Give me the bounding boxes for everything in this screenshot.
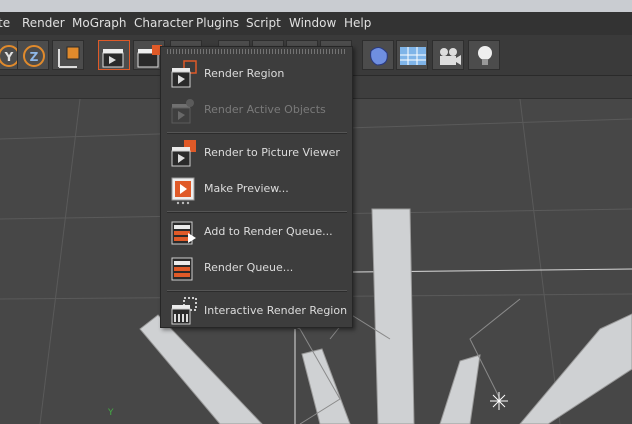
menu-item-render-active-objects: Render Active Objects <box>162 94 351 128</box>
coordinate-system-button[interactable] <box>52 40 84 70</box>
menu-character[interactable]: Character <box>134 16 193 30</box>
render-queue-icon <box>171 257 193 281</box>
menu-window[interactable]: Window <box>289 16 336 30</box>
menu-item-label: Render Queue... <box>204 261 294 274</box>
menu-tearoff-grip[interactable] <box>167 49 347 54</box>
menu-create[interactable]: te <box>0 16 10 30</box>
menu-item-render-to-picture-viewer[interactable]: Render to Picture Viewer <box>162 137 351 171</box>
interactive-render-region-icon <box>171 297 197 325</box>
menu-item-make-preview[interactable]: Make Preview... <box>162 173 351 207</box>
floor-icon <box>400 47 426 65</box>
deformer-button[interactable] <box>362 40 394 70</box>
floor-button[interactable] <box>396 40 428 70</box>
deformer-icon <box>370 47 388 66</box>
menu-separator <box>167 132 347 134</box>
menu-mograph[interactable]: MoGraph <box>72 16 127 30</box>
menu-item-add-to-render-queue[interactable]: Add to Render Queue... <box>162 216 351 250</box>
axis-y-indicator: Y <box>107 408 114 418</box>
menu-render[interactable]: Render <box>22 16 65 30</box>
menu-item-label: Interactive Render Region <box>204 304 348 317</box>
main-menubar: te Render MoGraph Character Plugins Scri… <box>0 12 632 35</box>
menu-item-label: Render Active Objects <box>204 103 326 116</box>
menu-help[interactable]: Help <box>344 16 371 30</box>
light-marker-icon <box>490 392 508 410</box>
menu-item-render-region[interactable]: Render Region <box>162 58 351 92</box>
render-view-button[interactable] <box>98 40 130 70</box>
z-axis-lock-button[interactable]: Z <box>17 40 49 70</box>
menu-item-label: Add to Render Queue... <box>204 225 333 238</box>
svg-text:Z: Z <box>30 50 39 64</box>
light-icon <box>478 46 492 65</box>
camera-button[interactable] <box>432 40 464 70</box>
camera-icon <box>440 48 461 65</box>
menu-plugins[interactable]: Plugins <box>196 16 239 30</box>
menu-item-label: Render Region <box>204 67 285 80</box>
render-view-icon <box>102 49 124 68</box>
window-title-strip <box>0 0 632 12</box>
menu-separator <box>167 211 347 213</box>
render-dropdown-menu: Render Region Render Active Objects Rend… <box>160 46 353 328</box>
menu-item-label: Render to Picture Viewer <box>204 146 340 159</box>
menu-script[interactable]: Script <box>246 16 281 30</box>
svg-text:Y: Y <box>4 50 14 64</box>
add-to-render-queue-icon <box>171 221 196 245</box>
menu-item-label: Make Preview... <box>204 182 289 195</box>
render-to-picture-viewer-icon <box>171 140 196 167</box>
coordinate-system-icon <box>58 46 80 68</box>
menu-item-render-queue[interactable]: Render Queue... <box>162 252 351 286</box>
z-axis-lock-icon: Z <box>23 45 45 67</box>
light-button[interactable] <box>468 40 500 70</box>
render-active-objects-icon <box>171 99 194 124</box>
make-preview-icon <box>171 177 195 205</box>
render-region-icon <box>171 60 197 88</box>
menu-item-interactive-render-region[interactable]: Interactive Render Region <box>162 295 351 329</box>
menu-separator <box>167 290 347 292</box>
